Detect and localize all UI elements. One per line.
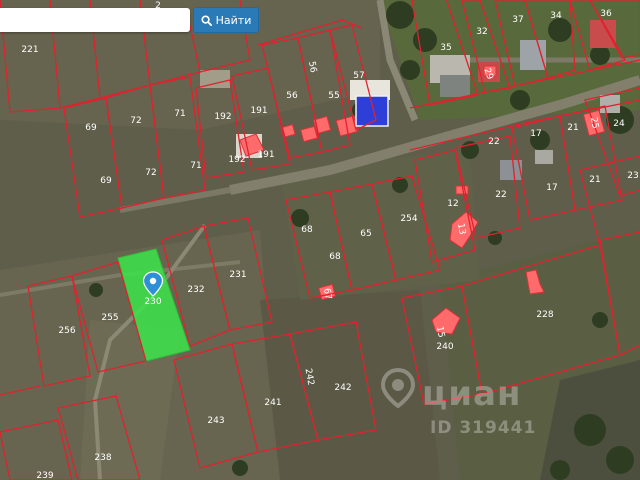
parcel-number: 228	[536, 310, 553, 320]
parcel-number: 68	[301, 225, 313, 235]
parcel-number: 69	[100, 176, 112, 186]
parcel-number: 65	[360, 229, 371, 239]
parcel-number: 242	[334, 383, 351, 393]
parcel-number: 15	[434, 325, 446, 338]
parcel-number: 17	[530, 129, 541, 139]
parcel-number: 191	[257, 150, 274, 160]
satellite-map[interactable]: 2 221 69 69 72 72 71 71 192 192 191 191 …	[0, 0, 640, 480]
parcel-number: 238	[94, 453, 111, 463]
parcel-number: 231	[229, 270, 246, 280]
parcel-number: 67	[321, 287, 333, 300]
parcel-number: 25	[588, 116, 600, 129]
parcel-number: 56	[286, 91, 298, 101]
search-icon	[201, 14, 212, 26]
parcel-number: 35	[440, 43, 451, 53]
parcel-number: 68	[329, 252, 341, 262]
parcel-number: 36	[600, 9, 612, 19]
parcel-number: 192	[214, 112, 231, 122]
parcel-number: 221	[21, 45, 38, 55]
parcel-number: 239	[36, 471, 53, 480]
parcel-number: 192	[228, 155, 245, 165]
parcel-number: 243	[207, 416, 224, 426]
parcel-number: 191	[250, 106, 267, 116]
parcel-number: 72	[145, 168, 156, 178]
parcel-number: 256	[58, 326, 75, 336]
parcel-number: 254	[400, 214, 417, 224]
parcel-number: 71	[190, 161, 201, 171]
parcel-number: 71	[174, 109, 185, 119]
parcel-number: 12	[447, 199, 458, 209]
parcel-number: 34	[550, 11, 562, 21]
parcel-number: 232	[187, 285, 204, 295]
parcel-number: 23	[627, 171, 638, 181]
parcel-number: 21	[589, 175, 600, 185]
parcel-number: 32	[476, 27, 487, 37]
search-button-label: Найти	[215, 13, 252, 27]
parcel-number: 255	[101, 313, 118, 323]
parcel-number: 240	[436, 342, 453, 352]
parcel-number: 24	[613, 119, 625, 129]
parcel-number: 57	[353, 71, 364, 81]
search-button[interactable]: Найти	[193, 7, 259, 33]
search-input[interactable]	[5, 9, 189, 33]
parcel-number: 37	[512, 15, 523, 25]
search-box	[0, 8, 190, 33]
parcel-number: 22	[488, 137, 499, 147]
parcel-number: 17	[546, 183, 557, 193]
parcel-number: 69	[85, 123, 97, 133]
selected-parcel-number: 230	[144, 297, 161, 307]
parcel-number: 55	[328, 91, 339, 101]
parcel-number: 21	[567, 123, 578, 133]
parcel-number: 72	[130, 116, 141, 126]
parcel-number: 22	[495, 190, 506, 200]
parcel-number: 241	[264, 398, 281, 408]
parcel-number: 56	[306, 60, 318, 73]
parcel-number: 13	[455, 222, 467, 235]
